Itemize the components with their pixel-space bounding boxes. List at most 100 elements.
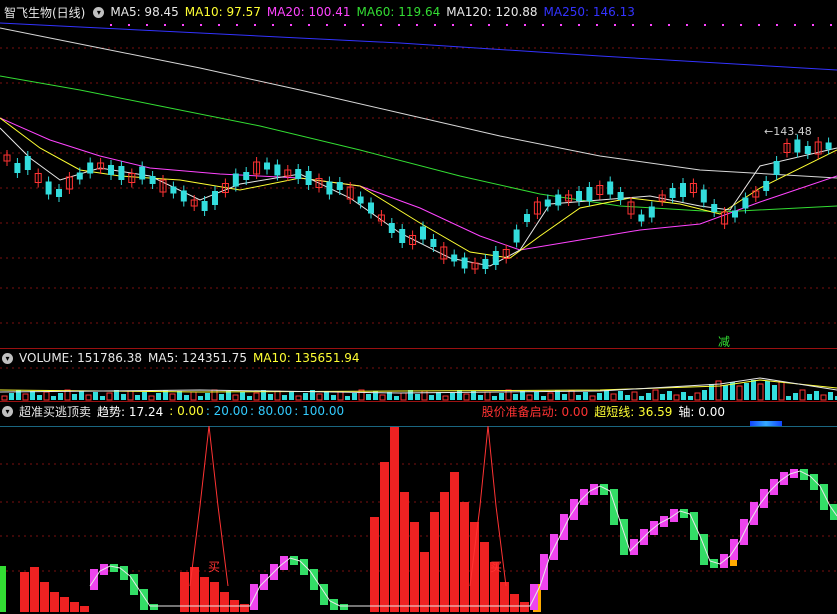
volume-bar: [702, 390, 707, 400]
candle-body: [763, 181, 770, 191]
volume-bar: [331, 395, 336, 400]
signal-dot: [218, 24, 220, 26]
volume-bar: [568, 390, 575, 401]
signal-dot: [200, 24, 202, 26]
trend-segment: [110, 564, 118, 572]
signal-dot: [506, 24, 508, 26]
signal-bar: [480, 542, 489, 612]
indicator-chart[interactable]: [0, 426, 837, 612]
volume-bar: [793, 393, 798, 400]
volume-bar: [205, 393, 210, 400]
candle-body: [139, 166, 146, 180]
signal-dot: [182, 24, 184, 26]
volume-label: VOLUME: 151786.38: [19, 351, 142, 365]
volume-bar: [646, 393, 651, 400]
volume-bar: [820, 394, 827, 401]
volume-bar: [484, 391, 491, 401]
trend-segment: [340, 604, 348, 610]
candle-body: [243, 172, 250, 180]
volume-bar: [442, 395, 449, 401]
candle-body: [586, 187, 593, 201]
candle-body: [212, 191, 218, 205]
signal-bar: [60, 597, 69, 612]
volume-bar: [457, 390, 462, 400]
volume-bar: [694, 392, 701, 401]
volume-bar: [736, 385, 743, 401]
volume-bar: [127, 390, 134, 401]
candle-body: [180, 190, 187, 202]
candle-body: [326, 181, 333, 195]
expand-icon[interactable]: ▾: [2, 405, 13, 417]
volume-bar: [772, 385, 777, 400]
high-price-label: ←143.48: [764, 125, 812, 138]
volume-bar: [463, 393, 470, 401]
ma10-label: MA10: 97.57: [184, 5, 261, 19]
volume-bar: [610, 393, 617, 401]
candle-body: [607, 181, 614, 195]
candle-body: [742, 197, 749, 209]
volume-bar: [765, 381, 770, 400]
volume-bar: [22, 393, 29, 401]
signal-bar: [50, 592, 59, 612]
volume-bar: [274, 390, 281, 401]
volume-bar: [37, 395, 42, 400]
volume-bar: [394, 396, 399, 400]
candle-body: [76, 172, 83, 180]
candle-body: [264, 162, 270, 170]
buy-signal-label: 买: [208, 560, 221, 574]
candle-body: [368, 202, 374, 214]
candle-body: [669, 188, 676, 198]
candle-body: [24, 156, 31, 170]
signal-dot: [470, 24, 472, 26]
volume-chart[interactable]: [0, 366, 837, 402]
volume-bar: [681, 392, 686, 400]
volume-bar: [786, 396, 791, 400]
ma20-label: MA20: 100.41: [266, 5, 351, 19]
signal-bar: [510, 594, 519, 612]
volume-bar: [450, 393, 455, 400]
candle-body: [638, 214, 645, 222]
volume-bar: [9, 393, 14, 400]
volume-bar: [135, 395, 140, 400]
signal-dot: [560, 24, 562, 26]
candle-body: [700, 189, 707, 203]
price-chart[interactable]: [0, 18, 837, 348]
signal-dot: [542, 24, 544, 26]
signal-dot: [452, 24, 454, 26]
signal-bar: [520, 602, 529, 612]
volume-bar: [744, 383, 749, 400]
signal-dot: [740, 24, 742, 26]
candle-body: [794, 139, 801, 153]
expand-icon[interactable]: ▾: [2, 352, 13, 364]
signal-dot: [596, 24, 598, 26]
signal-dot: [488, 24, 490, 26]
volume-bar: [253, 392, 260, 401]
candle-body: [524, 214, 530, 222]
volume-bar: [583, 392, 588, 400]
signal-bar: [460, 502, 469, 612]
volume-bar: [673, 394, 680, 401]
candle-body: [305, 171, 312, 185]
signal-dot: [812, 24, 814, 26]
candle-body: [461, 257, 468, 269]
signal-dot: [272, 24, 274, 26]
candle-body: [108, 165, 114, 175]
candle-body: [420, 226, 426, 240]
level-100-label: : 100.00: [294, 404, 345, 418]
volume-bar: [526, 394, 533, 401]
candle-body: [492, 251, 499, 265]
signal-dot: [650, 24, 652, 26]
volume-bar: [408, 390, 413, 400]
volume-bar: [499, 393, 504, 400]
indicator-title: 超准买逃顶卖: [19, 404, 92, 419]
candle-body: [56, 189, 62, 197]
signal-dot: [416, 24, 418, 26]
candle-body: [680, 183, 686, 197]
expand-icon[interactable]: ▾: [93, 6, 105, 18]
signal-dot: [830, 24, 832, 26]
ma5-label: MA5: 98.45: [110, 5, 179, 19]
volume-bar: [58, 393, 63, 400]
volume-bar: [93, 392, 98, 400]
candle-body: [295, 169, 302, 179]
candle-body: [14, 163, 21, 173]
